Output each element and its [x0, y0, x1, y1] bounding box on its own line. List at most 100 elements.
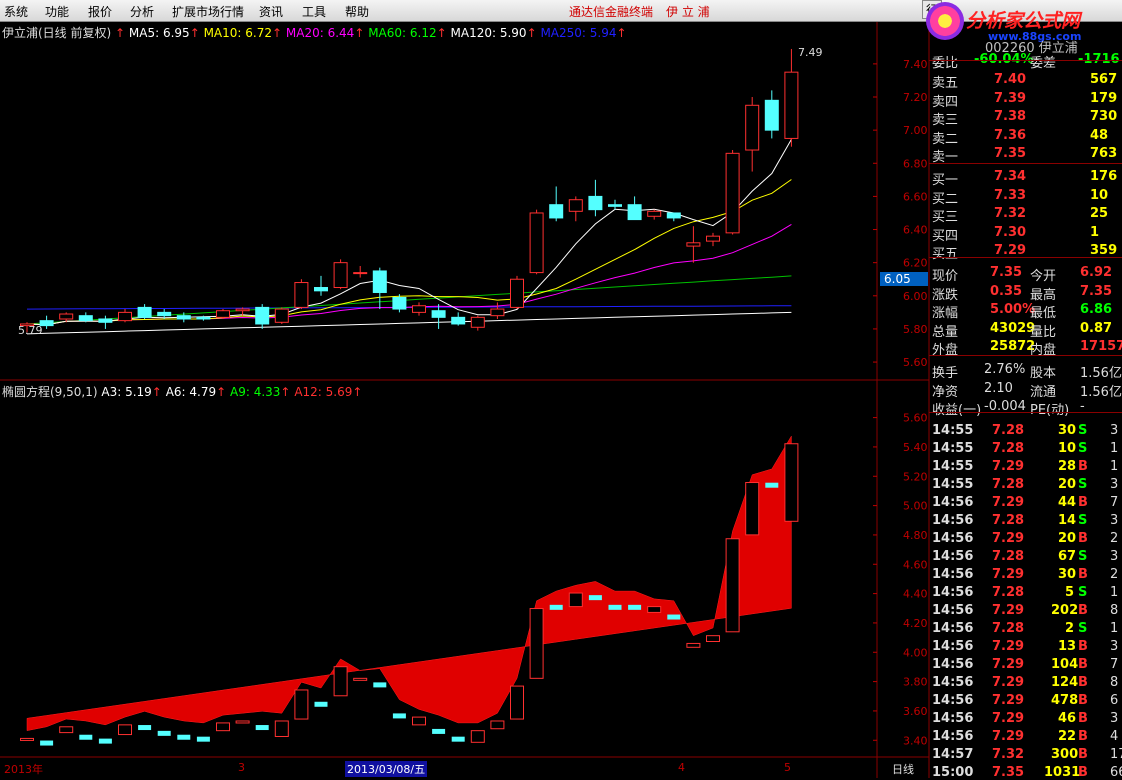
indicator-candle	[216, 722, 230, 732]
menu-analysis[interactable]: 分析	[130, 3, 154, 20]
sub-tick-label: 3.40	[903, 734, 928, 747]
candle	[470, 316, 485, 328]
tick-time: 14:56	[932, 639, 974, 654]
logo-name: 分析家公式网	[966, 10, 1081, 32]
up-arrow-icon: ↑	[115, 26, 126, 40]
buy-price: 7.29	[994, 243, 1027, 258]
sell-price: 7.35	[994, 146, 1027, 161]
info-label: 流通	[1030, 384, 1057, 400]
tick-price: 7.29	[992, 657, 1025, 672]
tick-price: 7.28	[992, 513, 1025, 528]
ma5-label: MA5: 6.95	[128, 26, 190, 40]
candle	[784, 71, 799, 139]
tick-side: B	[1078, 675, 1088, 690]
menu-info[interactable]: 资讯	[259, 3, 283, 20]
indicator-candle	[118, 724, 132, 736]
tick-side: B	[1078, 711, 1088, 726]
menu-quote[interactable]: 报价	[88, 3, 112, 20]
weibi-label: 委比	[932, 56, 959, 71]
sell-label: 卖三	[932, 113, 959, 128]
tick-volume: 28	[1058, 459, 1077, 474]
tick-price: 7.29	[992, 459, 1025, 474]
menu-function[interactable]: 功能	[45, 3, 69, 20]
quote-separator	[929, 355, 1122, 356]
tick-time: 14:56	[932, 675, 974, 690]
candle	[353, 272, 368, 275]
candle	[196, 316, 211, 320]
indicator-marker	[432, 728, 446, 734]
menu-system[interactable]: 系统	[4, 3, 28, 20]
info-value: 2.76%	[984, 362, 1026, 377]
tick-side: S	[1078, 549, 1088, 564]
indicator-marker	[373, 682, 387, 688]
stat-value: 0.35	[990, 283, 1023, 299]
indicator-candle	[490, 720, 505, 730]
menu-extended-market[interactable]: 扩展市场行情	[172, 3, 244, 20]
tick-time: 14:56	[932, 513, 974, 528]
tick-volume: 10	[1058, 441, 1077, 456]
indicator-candle	[294, 689, 309, 720]
ma10-line	[26, 179, 792, 326]
tick-count: 3	[1110, 639, 1119, 654]
ma20-label: MA20: 6.44	[285, 26, 355, 40]
tick-price: 7.29	[992, 675, 1025, 690]
sell-price: 7.40	[994, 72, 1027, 87]
sell-price: 7.36	[994, 127, 1027, 143]
app-title: 通达信金融终端	[569, 5, 654, 19]
tick-count: 3	[1110, 549, 1119, 564]
tick-count: 3	[1110, 711, 1119, 726]
indicator-candle	[745, 482, 760, 536]
menu-help[interactable]: 帮助	[345, 3, 369, 20]
stat-value: 7.35	[1080, 283, 1113, 299]
buy-label: 买四	[932, 228, 959, 244]
tick-volume: 30	[1058, 567, 1077, 582]
tick-time: 14:57	[932, 747, 974, 762]
stat-label: 涨幅	[932, 306, 959, 321]
candle	[137, 306, 152, 318]
tick-side: B	[1078, 693, 1088, 708]
stat-label: 量比	[1030, 324, 1057, 340]
indicator-marker	[588, 595, 602, 601]
tick-price: 7.29	[992, 531, 1025, 546]
period-label[interactable]: 日线	[892, 761, 914, 777]
buy-label: 买三	[932, 210, 959, 225]
candle	[314, 287, 328, 292]
stat-value: 7.35	[990, 265, 1023, 280]
candle	[451, 316, 466, 325]
indicator-candle	[510, 685, 524, 720]
x-label-cursor-date: 2013/03/08/五	[345, 761, 428, 777]
candle	[686, 242, 701, 247]
tick-time: 14:56	[932, 621, 974, 636]
sub-tick-label: 4.20	[903, 617, 928, 630]
buy-label: 买一	[932, 173, 959, 188]
x-label-year: 2013年	[4, 763, 43, 776]
candle	[510, 278, 524, 308]
indicator-candle	[59, 726, 74, 734]
indicator-marker	[765, 482, 779, 488]
tick-volume: 2	[1065, 621, 1075, 636]
tick-price: 7.29	[992, 495, 1025, 510]
tick-price: 7.28	[992, 585, 1025, 600]
stat-label: 最高	[1030, 287, 1057, 303]
sub-tick-label: 4.80	[903, 529, 928, 542]
candle	[529, 212, 544, 274]
a12-label: A12: 5.69	[294, 385, 353, 399]
indicator-marker	[255, 725, 269, 731]
tick-side: S	[1078, 477, 1088, 492]
tick-side: S	[1078, 441, 1088, 456]
weicha-label: 委差	[1030, 56, 1057, 71]
high-price-label: 7.49	[798, 46, 823, 59]
tick-price: 7.28	[992, 423, 1025, 438]
sell-volume: 567	[1090, 72, 1118, 87]
y-tick-label: 6.00	[903, 290, 928, 303]
x-label-march: 3	[238, 761, 245, 774]
tick-count: 3	[1110, 477, 1119, 492]
tick-side: B	[1078, 639, 1088, 654]
tick-count: 2	[1110, 531, 1119, 546]
candle	[98, 318, 113, 323]
menu-tools[interactable]: 工具	[302, 3, 326, 20]
candle	[59, 313, 74, 320]
sub-tick-label: 4.60	[903, 558, 928, 571]
tick-count: 2	[1110, 567, 1119, 582]
tick-side: S	[1078, 585, 1088, 600]
